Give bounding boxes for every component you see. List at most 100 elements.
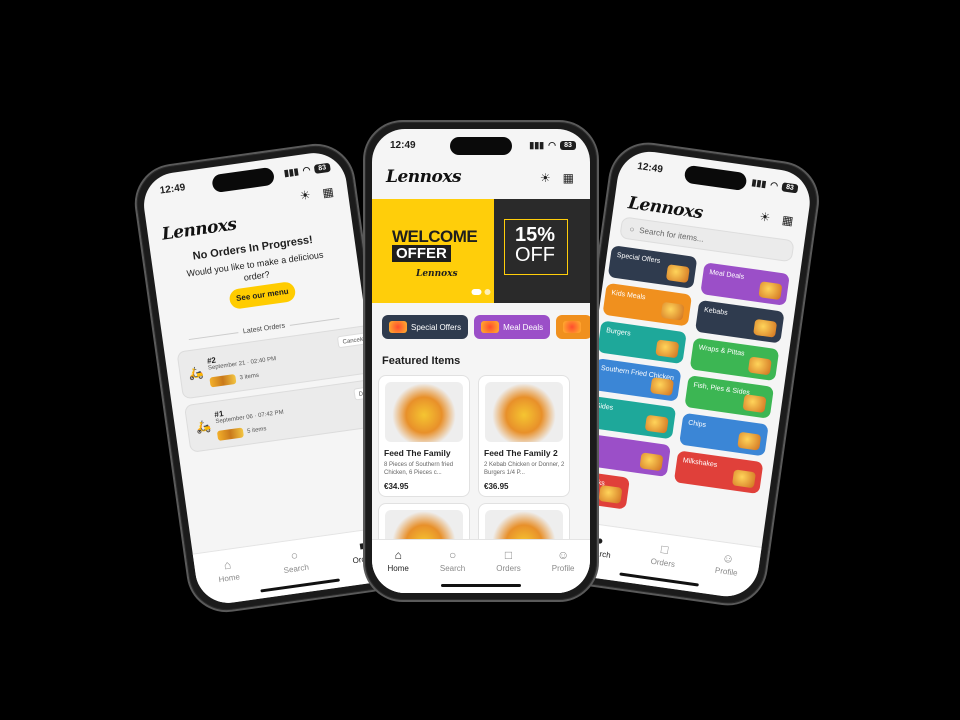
category-tile[interactable]: Chips	[679, 412, 769, 457]
banner-offer-text: OFFER	[392, 245, 451, 262]
home-indicator	[441, 584, 521, 587]
category-tile[interactable]: Fish, Pies & Sides	[684, 375, 775, 419]
category-tile[interactable]: Sides	[586, 395, 677, 440]
promo-banner[interactable]: WELCOME OFFER Lennoxs 15% OFF	[372, 199, 590, 303]
banner-off: OFF	[515, 244, 555, 266]
chip-special-offers[interactable]: Special Offers	[382, 315, 469, 339]
wifi-icon: ◠	[301, 164, 311, 176]
battery-icon: 83	[560, 140, 576, 150]
carousel-dot[interactable]	[471, 289, 482, 295]
category-tile[interactable]: Meal Deals	[700, 262, 790, 306]
tab-home[interactable]: ⌂ Home	[388, 549, 409, 593]
dynamic-island	[450, 137, 512, 155]
product-price: €36.95	[484, 482, 509, 491]
category-image	[753, 318, 778, 338]
tab-profile[interactable]: ☺ Profile	[712, 551, 741, 598]
chip-more[interactable]	[556, 315, 590, 339]
category-label: Fish, Pies & Sides	[692, 381, 751, 397]
category-tile[interactable]: Kids Meals	[602, 282, 693, 327]
category-image	[665, 264, 690, 284]
carousel-dots[interactable]	[471, 289, 491, 295]
sun-icon[interactable]: ☀	[759, 209, 772, 224]
banner-logo: Lennoxs	[416, 269, 458, 279]
phone-center: 12:49 ▮▮▮ ◠ 83 Lennoxs ☀ ▦ WELCOME OFFER L…	[363, 120, 599, 602]
store-icon[interactable]: ▦	[563, 171, 574, 185]
header-actions: ☀ ▦	[540, 171, 574, 185]
category-image	[660, 301, 685, 321]
order-icon: 🛵	[195, 418, 212, 435]
chip-image	[481, 321, 500, 333]
category-image	[639, 452, 664, 472]
signal-icon: ▮▮▮	[283, 165, 300, 178]
status-time: 12:49	[390, 139, 416, 151]
battery-icon: 83	[781, 181, 799, 193]
tab-label: Home	[218, 572, 241, 585]
chip-meal-deals[interactable]: Meal Deals	[474, 315, 551, 339]
header-actions: ☀ ▦	[759, 209, 795, 228]
user-icon: ☺	[721, 550, 736, 567]
dynamic-island	[683, 164, 748, 192]
user-icon: ☺	[556, 548, 570, 562]
category-tile[interactable]: Milkshakes	[673, 450, 764, 495]
tab-label: Search	[439, 564, 466, 573]
bag-icon: □	[660, 542, 670, 557]
category-image	[742, 394, 767, 414]
search-icon: ○	[629, 224, 636, 234]
category-label: Special Offers	[616, 251, 661, 266]
tab-profile[interactable]: ☺ Profile	[552, 549, 575, 593]
dynamic-island	[211, 166, 276, 194]
tab-label: Orders	[496, 564, 521, 573]
wifi-icon: ◠	[769, 179, 779, 191]
home-icon: ⌂	[394, 548, 402, 562]
brand-logo: Lennoxs	[386, 167, 462, 187]
product-card[interactable]: Feed The Family 2 2 Kebab Chicken or Don…	[478, 375, 570, 497]
order-date: September 21 · 02:40 PM	[207, 356, 277, 372]
search-icon: ○	[289, 548, 299, 563]
category-tile[interactable]: Southern Fried Chicken	[591, 358, 682, 402]
brand-logo: Lennoxs	[160, 214, 238, 245]
order-icon: 🛵	[187, 365, 205, 382]
category-image	[655, 339, 680, 359]
search-icon: ○	[448, 548, 457, 562]
battery-icon: 83	[313, 162, 331, 174]
search-placeholder: Search for items...	[638, 225, 705, 244]
product-image	[385, 382, 463, 442]
home-screen: 12:49 ▮▮▮ ◠ 83 Lennoxs ☀ ▦ WELCOME OFFER L…	[372, 129, 590, 593]
category-image	[758, 281, 783, 301]
product-image	[485, 382, 563, 442]
carousel-dot[interactable]	[484, 289, 491, 295]
category-tile[interactable]: Burgers	[597, 320, 687, 365]
see-menu-button[interactable]: See our menu	[228, 280, 297, 310]
tab-home[interactable]: ⌂ Home	[216, 557, 243, 604]
sun-icon[interactable]: ☀	[299, 188, 312, 203]
store-icon[interactable]: ▦	[321, 185, 334, 200]
category-label: Milkshakes	[682, 457, 718, 469]
search-screen: 12:49 ▮▮▮ ◠ 83 Lennoxs ☀ ▦ ○ Search for it…	[562, 147, 814, 601]
featured-items-title: Featured Items	[382, 355, 461, 367]
category-image	[747, 356, 772, 376]
category-image	[731, 469, 756, 489]
home-icon: ⌂	[222, 557, 232, 573]
category-label: Chips	[687, 419, 707, 429]
store-icon[interactable]: ▦	[781, 213, 794, 228]
product-card[interactable]: Feed The Family 8 Pieces of Southern fri…	[378, 375, 470, 497]
signal-icon: ▮▮▮	[529, 139, 545, 150]
category-label: Meal Deals	[708, 269, 745, 281]
category-label: Burgers	[605, 327, 631, 338]
category-image	[650, 377, 675, 396]
tab-label: Orders	[650, 556, 676, 569]
tab-label: Search	[283, 562, 310, 576]
header-actions: ☀ ▦	[299, 185, 335, 204]
order-items-count: 5 items	[246, 426, 267, 435]
tab-label: Profile	[714, 565, 739, 578]
category-tile[interactable]: Kebabs	[694, 299, 785, 344]
product-description: 8 Pieces of Southern fried Chicken, 6 Pi…	[384, 462, 454, 476]
category-label: Wraps & Pittas	[698, 344, 745, 358]
category-chips: Special Offers Meal Deals	[382, 315, 590, 339]
sun-icon[interactable]: ☀	[540, 171, 551, 185]
product-price: €34.95	[384, 482, 409, 491]
category-tile[interactable]: Wraps & Pittas	[689, 337, 780, 382]
order-thumbnails	[209, 373, 237, 388]
bag-icon: □	[504, 548, 513, 562]
category-tile[interactable]: Special Offers	[607, 245, 698, 289]
